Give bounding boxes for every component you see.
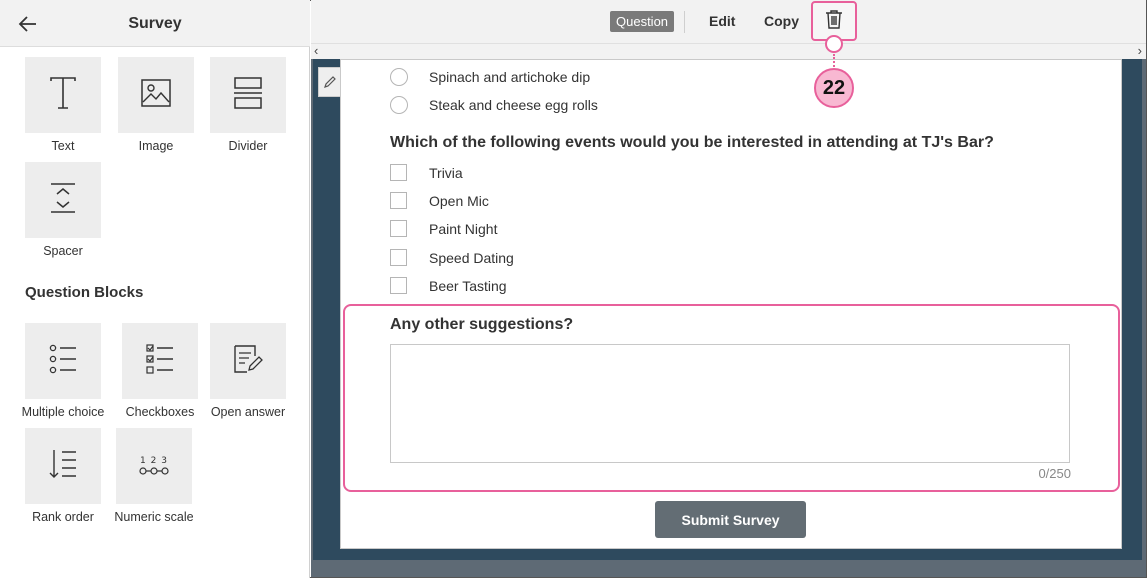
numeric-scale-icon: 1 2 3	[139, 456, 169, 476]
tile-label: Spacer	[43, 244, 83, 258]
question-tag: Question	[610, 11, 675, 32]
multiple-choice-icon	[49, 344, 77, 379]
sidebar-header: Survey	[0, 0, 310, 47]
text-block-tile[interactable]: Text	[25, 57, 101, 153]
checkbox-option[interactable]: Trivia	[390, 164, 463, 181]
question-title: Which of the following events would you …	[390, 134, 994, 151]
tile-label: Divider	[228, 139, 268, 153]
option-label: Speed Dating	[429, 249, 514, 266]
sidebar: Survey Text Image Divider Spacer Questio…	[0, 0, 310, 578]
callout-number-badge: 22	[814, 68, 854, 108]
numeric-scale-digits: 1 2 3	[140, 456, 168, 466]
survey-page: Spinach and artichoke dip Steak and chee…	[340, 59, 1122, 549]
radio-option[interactable]: Steak and cheese egg rolls	[390, 96, 598, 114]
divider-block-tile[interactable]: Divider	[210, 57, 286, 153]
character-counter: 0/250	[1038, 466, 1071, 481]
canvas-background: Spinach and artichoke dip Steak and chee…	[313, 59, 1142, 560]
rank-order-block-tile[interactable]: Rank order	[25, 428, 101, 524]
radio-button[interactable]	[390, 96, 408, 114]
callout-anchor	[825, 35, 843, 53]
option-label: Steak and cheese egg rolls	[429, 97, 598, 113]
checkbox[interactable]	[390, 249, 407, 266]
open-answer-icon	[233, 344, 263, 379]
rank-order-icon	[49, 448, 77, 485]
trash-icon	[825, 9, 843, 34]
tile-label: Numeric scale	[114, 510, 194, 524]
checkbox-option[interactable]: Paint Night	[390, 220, 497, 237]
radio-option[interactable]: Spinach and artichoke dip	[390, 68, 590, 86]
pencil-icon[interactable]	[318, 67, 342, 97]
block-toolbar: Question Edit Copy	[311, 0, 1146, 44]
checkbox[interactable]	[390, 220, 407, 237]
option-label: Paint Night	[429, 220, 498, 237]
checkboxes-icon	[146, 343, 174, 379]
edit-button[interactable]: Edit	[709, 13, 735, 29]
scroll-left-icon[interactable]: ‹	[314, 44, 318, 58]
question-blocks-heading: Question Blocks	[25, 284, 144, 301]
submit-survey-button[interactable]: Submit Survey	[655, 501, 806, 538]
suggestions-textarea[interactable]	[390, 344, 1070, 463]
toolbar-divider	[684, 11, 685, 33]
tile-label: Open answer	[210, 405, 286, 419]
checkbox-option[interactable]: Speed Dating	[390, 249, 514, 266]
checkbox[interactable]	[390, 277, 407, 294]
checkbox[interactable]	[390, 192, 407, 209]
checkbox[interactable]	[390, 164, 407, 181]
copy-button[interactable]: Copy	[764, 13, 799, 29]
question-title: Any other suggestions?	[390, 316, 574, 333]
editor-canvas: Spinach and artichoke dip Steak and chee…	[311, 59, 1146, 577]
option-label: Spinach and artichoke dip	[429, 69, 591, 85]
image-block-tile[interactable]: Image	[118, 57, 194, 153]
option-label: Beer Tasting	[429, 277, 507, 294]
divider-icon	[233, 76, 263, 114]
text-icon	[48, 76, 78, 115]
spacer-block-tile[interactable]: Spacer	[25, 162, 101, 258]
spacer-icon	[48, 182, 78, 219]
checkboxes-block-tile[interactable]: Checkboxes	[122, 323, 198, 419]
sidebar-title: Survey	[128, 15, 182, 32]
horizontal-scrollbar[interactable]: ‹ ›	[311, 44, 1146, 59]
open-answer-block-tile[interactable]: Open answer	[210, 323, 286, 419]
radio-button[interactable]	[390, 68, 408, 86]
image-icon	[141, 78, 171, 112]
option-label: Open Mic	[429, 192, 489, 209]
checkbox-option[interactable]: Open Mic	[390, 192, 489, 209]
multiple-choice-block-tile[interactable]: Multiple choice	[22, 323, 104, 419]
scroll-right-icon[interactable]: ›	[1138, 44, 1142, 58]
numeric-scale-block-tile[interactable]: 1 2 3 Numeric scale	[114, 428, 194, 524]
checkbox-option[interactable]: Beer Tasting	[390, 277, 507, 294]
option-label: Trivia	[429, 164, 463, 181]
